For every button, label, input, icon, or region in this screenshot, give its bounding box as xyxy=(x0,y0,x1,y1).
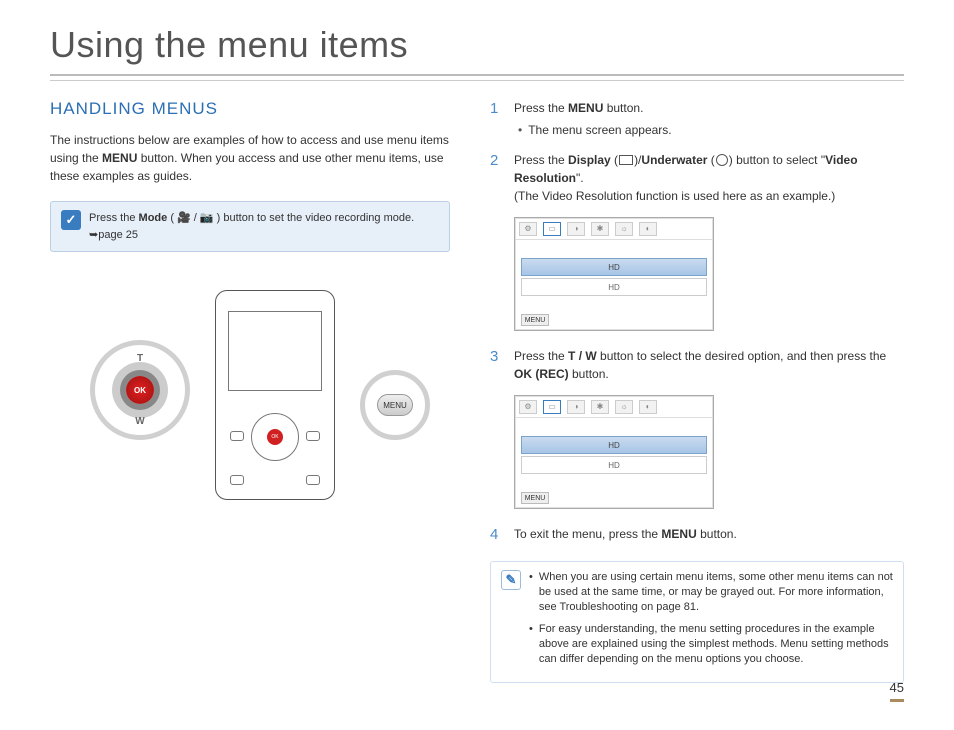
step-4: 4 To exit the menu, press the MENU butto… xyxy=(490,525,904,545)
left-column: HANDLING MENUS The instructions below ar… xyxy=(50,99,450,683)
step-1: 1 Press the MENU button. The menu screen… xyxy=(490,99,904,139)
s2-display: Display xyxy=(568,153,611,167)
tab-icon: ◑ xyxy=(567,222,585,236)
check-icon: ✓ xyxy=(61,210,81,230)
note-item-2: For easy understanding, the menu setting… xyxy=(529,622,893,668)
tab-icon: ✱ xyxy=(591,222,609,236)
s2-mid4: ) button to select " xyxy=(729,153,825,167)
camera-left-btn xyxy=(230,431,244,441)
tip-box-mode: ✓ Press the Mode ( 🎥 / 📷 ) button to set… xyxy=(50,201,450,252)
right-column: 1 Press the MENU button. The menu screen… xyxy=(490,99,904,683)
note-item-1: When you are using certain menu items, s… xyxy=(529,570,893,616)
divider-thick xyxy=(50,74,904,76)
step-num-2: 2 xyxy=(490,151,504,205)
tip1-mode: Mode xyxy=(139,212,168,224)
screen-menu-label: MENU xyxy=(521,492,549,504)
menu-button-illustration: MENU xyxy=(377,394,413,416)
tip1-page: ➥page 25 xyxy=(89,229,138,241)
page-number: 45 xyxy=(890,680,904,702)
s1-b: button. xyxy=(603,101,643,115)
note-icon: ✎ xyxy=(501,570,521,590)
intro-bold: MENU xyxy=(102,151,137,165)
camera-screen xyxy=(228,311,322,391)
note-box: ✎ When you are using certain menu items,… xyxy=(490,561,904,683)
step-num-4: 4 xyxy=(490,525,504,545)
page-title: Using the menu items xyxy=(50,24,904,66)
tab-icon: ◐ xyxy=(639,400,657,414)
s2-mid: ( xyxy=(611,153,618,167)
tab-icon-active: ▭ xyxy=(543,222,561,236)
camera-ok-center: OK xyxy=(267,429,283,445)
ok-button-illustration: OK xyxy=(126,376,154,404)
note2-text: For easy understanding, the menu setting… xyxy=(539,622,893,668)
tab-icon-active: ▭ xyxy=(543,400,561,414)
step-2: 2 Press the Display ()/Underwater () but… xyxy=(490,151,904,205)
tip1-b: ( 🎥 / 📷 ) button to set the video record… xyxy=(167,212,414,224)
tab-icon: ◑ xyxy=(567,400,585,414)
s2-note: (The Video Resolution function is used h… xyxy=(514,189,835,203)
s1-bullet: The menu screen appears. xyxy=(518,121,904,139)
nav-t-label: T xyxy=(137,353,143,364)
s1-a: Press the xyxy=(514,101,568,115)
display-icon xyxy=(619,155,633,165)
tab-icon: ⚙ xyxy=(519,400,537,414)
s3-c: button. xyxy=(569,367,609,381)
camera-body: OK xyxy=(215,290,335,500)
divider-thin xyxy=(50,80,904,81)
s4-menu: MENU xyxy=(661,527,696,541)
s4-b: button. xyxy=(697,527,737,541)
note1-text: When you are using certain menu items, s… xyxy=(539,570,893,616)
screen-row: HD xyxy=(521,278,707,296)
s4-a: To exit the menu, press the xyxy=(514,527,661,541)
screen-menu-label: MENU xyxy=(521,314,549,326)
s3-tw: T / W xyxy=(568,349,597,363)
tab-icon: ⚙ xyxy=(519,222,537,236)
section-heading: HANDLING MENUS xyxy=(50,99,450,119)
menu-screenshot-2: ⚙ ▭ ◑ ✱ ☼ ◐ HD HD MENU xyxy=(514,395,714,509)
s2-a: Press the xyxy=(514,153,568,167)
s3-a: Press the xyxy=(514,349,568,363)
s1-bold: MENU xyxy=(568,101,603,115)
menu-screenshot-1: ⚙ ▭ ◑ ✱ ☼ ◐ HD HD MENU xyxy=(514,217,714,331)
tip-text: Press the Mode ( 🎥 / 📷 ) button to set t… xyxy=(89,210,414,243)
nav-w-label: W xyxy=(135,416,144,427)
tip1-a: Press the xyxy=(89,212,139,224)
s3-ok: OK (REC) xyxy=(514,367,569,381)
note-list: When you are using certain menu items, s… xyxy=(529,570,893,674)
intro-text: The instructions below are examples of h… xyxy=(50,131,450,185)
tab-icon: ☼ xyxy=(615,222,633,236)
camera-right-btn xyxy=(306,431,320,441)
s3-b: button to select the desired option, and… xyxy=(597,349,887,363)
screen-selected-row: HD xyxy=(521,436,707,454)
camera-navpad: OK xyxy=(251,413,299,461)
s2-end: ". xyxy=(576,171,584,185)
screen-selected-row: HD xyxy=(521,258,707,276)
tab-icon: ☼ xyxy=(615,400,633,414)
step-num-3: 3 xyxy=(490,347,504,383)
tab-icon: ✱ xyxy=(591,400,609,414)
screen-row: HD xyxy=(521,456,707,474)
underwater-icon xyxy=(716,154,728,166)
tab-icon: ◐ xyxy=(639,222,657,236)
s1-bullet-text: The menu screen appears. xyxy=(528,121,671,139)
camera-br-btn xyxy=(306,475,320,485)
callout-menu: MENU xyxy=(360,370,430,440)
step-3: 3 Press the T / W button to select the d… xyxy=(490,347,904,383)
camera-bl-btn xyxy=(230,475,244,485)
s2-mid3: ( xyxy=(707,153,714,167)
callout-navpad: T OK W xyxy=(90,340,190,440)
device-illustration: T OK W OK MENU xyxy=(50,280,450,510)
s2-under: Underwater xyxy=(641,153,707,167)
step-num-1: 1 xyxy=(490,99,504,139)
